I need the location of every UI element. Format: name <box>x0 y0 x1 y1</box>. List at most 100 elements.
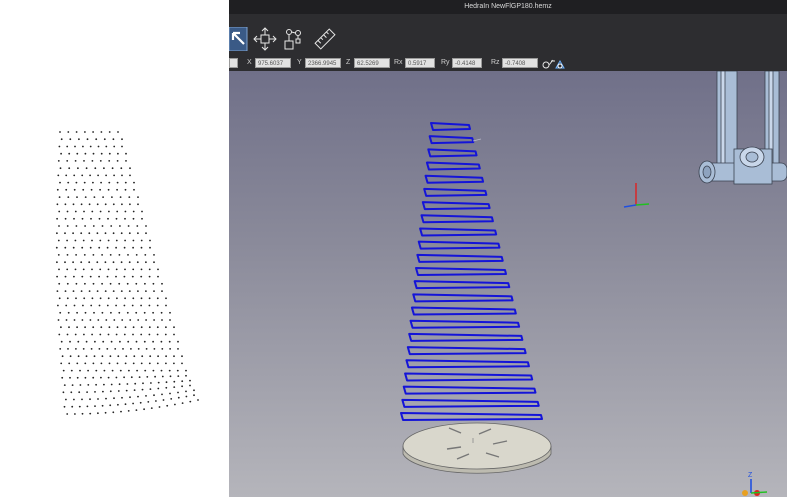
cloud-point <box>98 348 101 350</box>
cloud-point <box>58 282 61 285</box>
cloud-point <box>111 369 114 372</box>
cloud-point <box>118 282 121 285</box>
cloud-point <box>91 297 94 300</box>
cloud-point <box>116 362 119 365</box>
cloud-point <box>99 239 102 242</box>
cloud-point <box>101 311 104 314</box>
cloud-point <box>81 412 84 415</box>
cloud-point <box>84 362 87 365</box>
toolpath-layer <box>416 253 504 263</box>
move-icon <box>253 27 277 51</box>
cloud-point <box>140 297 143 300</box>
cloud-point <box>92 282 95 285</box>
cloud-point <box>87 369 89 372</box>
cloud-point <box>99 333 102 336</box>
3d-viewport[interactable]: Z <box>229 71 787 497</box>
measure-tool-button[interactable] <box>313 27 337 51</box>
cloud-point <box>161 282 163 285</box>
cloud-point <box>81 398 83 401</box>
coord-dropdown[interactable] <box>229 58 238 68</box>
cloud-point <box>141 210 143 213</box>
select-tool-button[interactable] <box>228 26 253 52</box>
cloud-point <box>124 217 126 220</box>
cloud-point <box>89 145 92 148</box>
cloud-point <box>138 376 141 378</box>
cloud-point <box>73 304 76 307</box>
cloud-point <box>72 232 74 235</box>
cloud-point <box>110 383 113 386</box>
cloud-point <box>71 405 74 408</box>
cloud-point <box>73 217 75 220</box>
cloud-point <box>75 181 78 184</box>
cloud-point <box>115 275 117 278</box>
cloud-point <box>87 384 90 386</box>
cloud-point <box>157 268 159 271</box>
cloud-point <box>116 326 119 329</box>
rz-field[interactable]: -0.7408 <box>502 58 538 68</box>
cloud-point <box>82 188 85 191</box>
cloud-point <box>165 381 168 384</box>
cloud-point <box>145 348 148 350</box>
robot-tool-button[interactable] <box>281 27 305 51</box>
cloud-point <box>165 362 167 365</box>
cloud-point <box>70 369 73 372</box>
cloud-point <box>143 340 146 343</box>
turntable-icon <box>402 422 552 474</box>
cloud-point <box>127 340 130 343</box>
move-tool-button[interactable] <box>253 27 277 51</box>
cloud-point <box>124 326 127 329</box>
z-field[interactable]: 62.5269 <box>354 58 390 68</box>
cloud-point <box>173 355 175 358</box>
cloud-point <box>153 348 156 350</box>
cloud-point <box>66 282 69 285</box>
cloud-point <box>120 261 123 264</box>
rz-label: Rz <box>491 59 500 66</box>
cloud-point <box>124 210 127 213</box>
cloud-point <box>60 340 63 343</box>
cloud-point <box>98 246 101 249</box>
pointcloud-icon <box>55 131 199 415</box>
cloud-point <box>149 355 152 358</box>
cloud-point <box>84 376 87 379</box>
cloud-point <box>75 282 78 285</box>
cloud-point <box>102 340 105 343</box>
cloud-point <box>116 160 119 162</box>
cloud-point <box>145 225 147 227</box>
cloud-point <box>99 160 102 162</box>
cloud-point <box>105 145 108 148</box>
cloud-point <box>109 390 112 393</box>
cloud-point <box>165 326 167 329</box>
x-field[interactable]: 975.6037 <box>255 58 291 68</box>
y-field[interactable]: 2366.9945 <box>305 58 341 68</box>
cloud-point <box>132 333 134 336</box>
cloud-point <box>127 410 130 412</box>
cloud-point <box>93 355 96 358</box>
cloud-point <box>66 333 69 336</box>
cloud-point <box>181 385 184 388</box>
robot-icon <box>284 29 301 50</box>
cloud-point <box>173 326 175 329</box>
cloud-point <box>177 396 180 399</box>
rx-field[interactable]: 0.5917 <box>405 58 435 68</box>
cloud-point <box>67 348 69 350</box>
cloud-point <box>108 210 110 213</box>
cloud-point <box>108 131 111 133</box>
cloud-point <box>79 384 82 386</box>
cloud-point <box>103 167 105 170</box>
cloud-point <box>92 152 95 155</box>
toolpath-layer <box>428 135 475 145</box>
cloud-point <box>78 405 81 408</box>
cloud-point <box>104 261 107 264</box>
cloud-point <box>64 232 66 235</box>
cloud-point <box>63 384 66 386</box>
cloud-point <box>115 217 118 220</box>
toolpath-layer <box>409 319 521 329</box>
ry-field[interactable]: -0.4148 <box>452 58 482 68</box>
cloud-point <box>94 340 96 343</box>
cloud-point <box>137 232 139 235</box>
cloud-point <box>66 297 69 300</box>
lock-reset-icon[interactable] <box>541 57 567 70</box>
cloud-point <box>84 152 87 155</box>
cloud-point <box>88 232 91 235</box>
cloud-point <box>97 319 100 321</box>
